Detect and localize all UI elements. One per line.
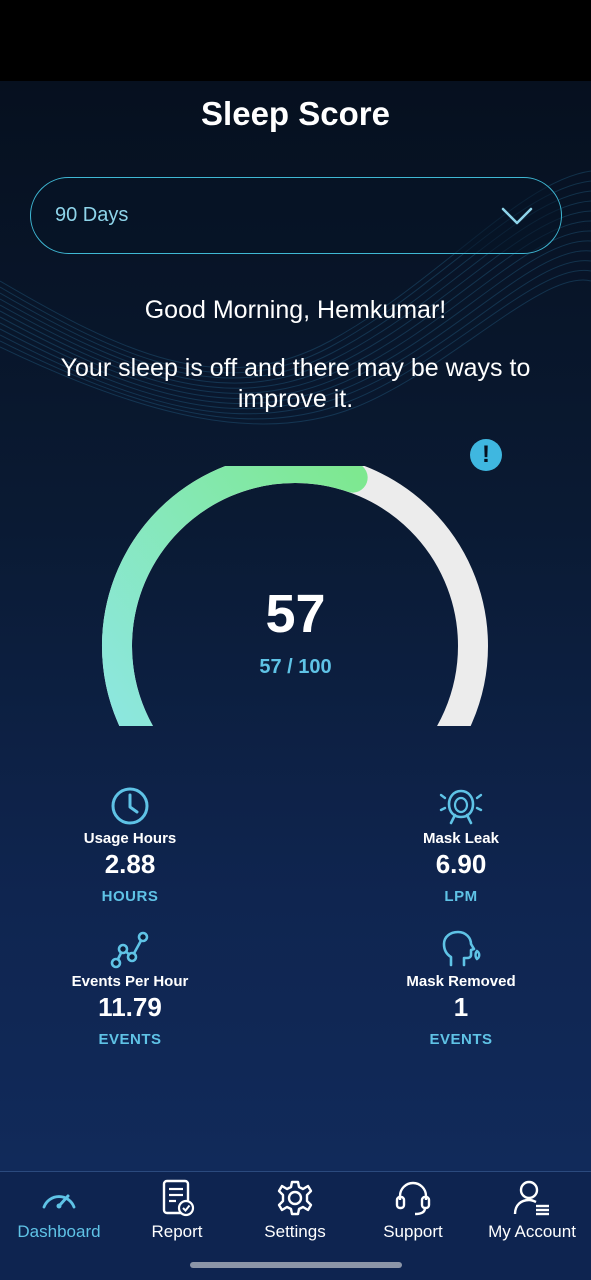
metric-label: Mask Leak bbox=[423, 830, 499, 847]
metric-events-per-hour: Events Per Hour 11.79 EVENTS bbox=[30, 927, 230, 1048]
dashboard-screen: Sleep Score 90 Days Good Morning, Hemkum… bbox=[0, 81, 591, 1171]
score-value: 57 bbox=[265, 584, 326, 644]
metric-mask-removed: Mask Removed 1 EVENTS bbox=[361, 927, 561, 1048]
metric-label: Events Per Hour bbox=[71, 973, 189, 990]
chevron-down-icon bbox=[501, 207, 533, 224]
tab-dashboard[interactable]: Dashboard bbox=[0, 1178, 118, 1242]
metric-mask-leak: Mask Leak 6.90 LPM bbox=[361, 784, 561, 905]
metric-usage-hours: Usage Hours 2.88 HOURS bbox=[30, 784, 230, 905]
metric-label: Mask Removed bbox=[406, 973, 516, 990]
metric-unit: LPM bbox=[444, 888, 478, 905]
status-bar bbox=[0, 0, 591, 81]
tab-support[interactable]: Support bbox=[354, 1178, 472, 1242]
metric-value: 1 bbox=[453, 992, 469, 1022]
tab-report[interactable]: Report bbox=[118, 1178, 236, 1242]
tab-label: Support bbox=[383, 1222, 443, 1241]
date-range-select[interactable]: 90 Days bbox=[30, 177, 562, 254]
home-indicator[interactable] bbox=[190, 1262, 402, 1268]
metric-label: Usage Hours bbox=[83, 830, 177, 847]
report-icon bbox=[162, 1179, 195, 1217]
clock-icon bbox=[111, 787, 149, 825]
metric-value: 11.79 bbox=[98, 992, 162, 1022]
head-mask-icon bbox=[442, 930, 481, 967]
metric-unit: EVENTS bbox=[98, 1031, 162, 1048]
speedometer-icon bbox=[42, 1194, 76, 1209]
tab-my-account[interactable]: My Account bbox=[473, 1178, 591, 1242]
tab-label: Report bbox=[151, 1222, 203, 1241]
trend-graph-icon bbox=[110, 931, 149, 969]
tab-settings[interactable]: Settings bbox=[236, 1178, 354, 1242]
metric-unit: EVENTS bbox=[429, 1031, 493, 1048]
gear-icon bbox=[277, 1180, 313, 1216]
score-out-of: 57 / 100 bbox=[259, 656, 332, 678]
greeting-text: Good Morning, Hemkumar! bbox=[144, 296, 447, 324]
tab-label: My Account bbox=[488, 1222, 576, 1241]
metric-value: 6.90 bbox=[435, 849, 487, 879]
account-icon bbox=[513, 1180, 549, 1216]
metric-value: 2.88 bbox=[104, 849, 156, 879]
page-title: Sleep Score bbox=[201, 95, 390, 132]
tab-label: Dashboard bbox=[17, 1222, 101, 1241]
mask-leak-icon bbox=[439, 789, 483, 825]
tab-label: Settings bbox=[264, 1222, 326, 1241]
date-range-value: 90 Days bbox=[55, 204, 129, 226]
headset-icon bbox=[395, 1181, 431, 1216]
metric-unit: HOURS bbox=[101, 888, 159, 905]
sleep-message: Your sleep is off and there may be ways … bbox=[60, 354, 531, 413]
